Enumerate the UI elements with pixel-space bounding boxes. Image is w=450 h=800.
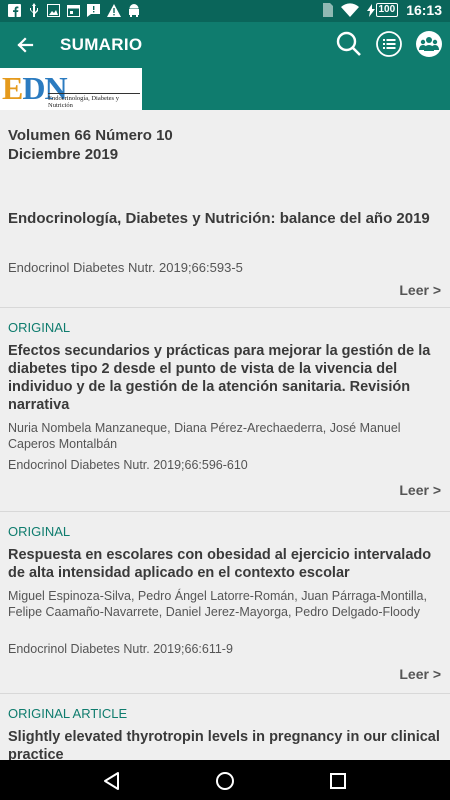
journal-logo: EDN Endocrinología, Diabetes y Nutrición [0, 68, 142, 110]
article-section: ORIGINAL [8, 320, 71, 335]
article-card[interactable]: ORIGINAL Respuesta en escolares con obes… [0, 512, 450, 694]
article-reference: Endocrinol Diabetes Nutr. 2019;66:596-61… [8, 458, 248, 472]
read-button[interactable]: Leer > [399, 282, 441, 298]
article-authors: Nuria Nombela Manzaneque, Diana Pérez-Ar… [8, 421, 401, 451]
article-card[interactable]: ORIGINAL ARTICLE Slightly elevated thyro… [0, 694, 450, 760]
editorial-title: Endocrinología, Diabetes y Nutrición: ba… [8, 210, 430, 227]
article-reference: Endocrinol Diabetes Nutr. 2019;66:611-9 [8, 642, 233, 656]
back-triangle-icon[interactable] [100, 769, 124, 793]
system-nav-bar [0, 760, 450, 800]
article-card[interactable]: ORIGINAL Efectos secundarios y prácticas… [0, 308, 450, 512]
article-title[interactable]: Slightly elevated thyrotropin levels in … [8, 728, 440, 760]
list-icon[interactable] [374, 29, 404, 59]
sim-icon [322, 3, 333, 17]
journal-banner: EDN Endocrinología, Diabetes y Nutrición [0, 68, 450, 110]
journal-logo-subtitle: Endocrinología, Diabetes y Nutrición [48, 93, 140, 109]
calendar-icon [67, 4, 80, 17]
usb-icon [30, 3, 38, 17]
warning-icon [107, 3, 121, 17]
search-icon[interactable] [334, 29, 364, 59]
article-section: ORIGINAL [8, 524, 71, 539]
issue-date: Diciembre 2019 [8, 146, 119, 163]
battery-icon: 100 [375, 3, 399, 17]
back-arrow-icon[interactable] [10, 30, 40, 60]
article-title[interactable]: Efectos secundarios y prácticas para mej… [8, 342, 440, 414]
android-icon [129, 3, 139, 17]
image-icon [47, 3, 60, 17]
read-button[interactable]: Leer > [399, 482, 441, 498]
editorial-reference: Endocrinol Diabetes Nutr. 2019;66:593-5 [8, 260, 243, 275]
facebook-icon [8, 3, 21, 17]
home-circle-icon[interactable] [213, 769, 237, 793]
status-bar: 100 16:13 [0, 0, 450, 22]
read-button[interactable]: Leer > [399, 666, 441, 682]
article-section: ORIGINAL ARTICLE [8, 706, 128, 721]
issue-volume: Volumen 66 Número 10 [8, 127, 173, 144]
article-authors: Miguel Espinoza-Silva, Pedro Ángel Lator… [8, 589, 427, 619]
article-title[interactable]: Respuesta en escolares con obesidad al e… [8, 546, 440, 582]
page-title: SUMARIO [60, 35, 143, 54]
wifi-icon [340, 3, 359, 17]
recents-square-icon[interactable] [326, 769, 350, 793]
message-icon [87, 3, 100, 17]
summary-list[interactable]: Volumen 66 Número 10 Diciembre 2019 Endo… [0, 110, 450, 760]
issue-info: Volumen 66 Número 10 Diciembre 2019 [8, 126, 173, 164]
issue-card[interactable]: Volumen 66 Número 10 Diciembre 2019 Endo… [0, 110, 450, 308]
app-bar: SUMARIO [0, 22, 450, 68]
community-icon[interactable] [414, 29, 444, 59]
status-time: 16:13 [406, 2, 442, 18]
charging-bolt-icon [366, 3, 375, 17]
